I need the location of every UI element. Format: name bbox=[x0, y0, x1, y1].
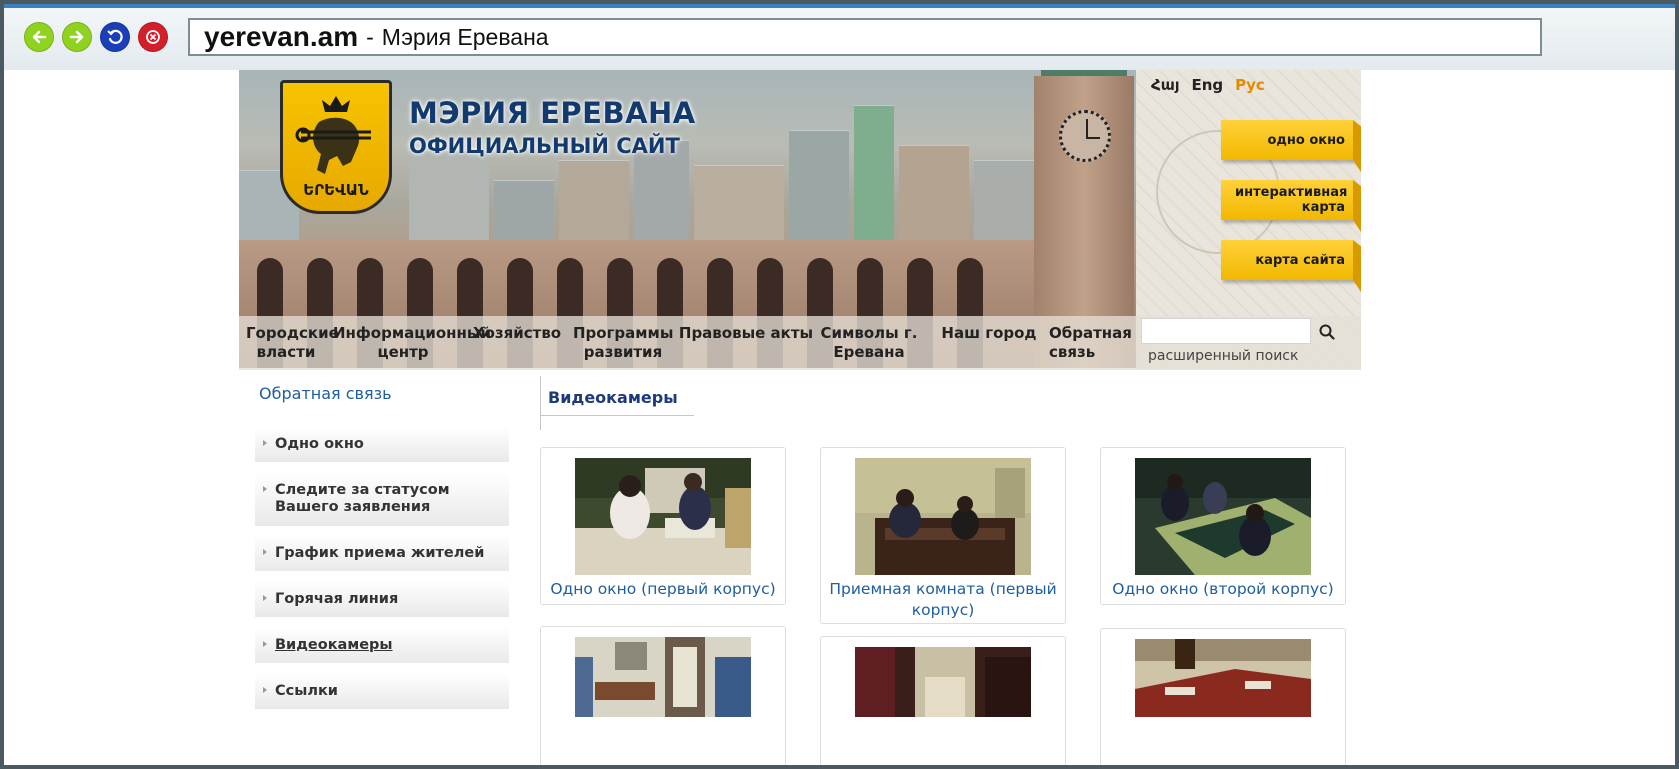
nav-our-city[interactable]: Наш город bbox=[929, 316, 1049, 370]
language-switcher: Հայ Eng Рус bbox=[1151, 76, 1265, 94]
search-input[interactable] bbox=[1141, 318, 1311, 344]
search-button[interactable] bbox=[1315, 320, 1339, 344]
camera-card[interactable] bbox=[540, 626, 786, 765]
clock-icon bbox=[1059, 110, 1111, 162]
sidebar-item-links[interactable]: Ссылки bbox=[255, 673, 509, 709]
bullet-arrow-icon bbox=[263, 641, 267, 647]
camera-caption[interactable]: Одно окно (первый корпус) bbox=[547, 579, 779, 600]
reload-button[interactable] bbox=[100, 22, 130, 52]
camera-thumbnail[interactable] bbox=[575, 458, 751, 575]
camera-caption[interactable]: Приемная комната (первый корпус) bbox=[827, 579, 1059, 621]
svg-text:ԵՐԵՎԱՆ: ԵՐԵՎԱՆ bbox=[303, 181, 369, 199]
sitemap-label: карта сайта bbox=[1255, 252, 1345, 268]
sidebar-item-label: Горячая линия bbox=[275, 591, 399, 607]
nav-legal-acts[interactable]: Правовые акты bbox=[679, 316, 813, 370]
back-button[interactable] bbox=[24, 22, 54, 52]
bullet-arrow-icon bbox=[263, 440, 267, 446]
lion-crest-icon: ԵՐԵՎԱՆ bbox=[295, 96, 371, 199]
nav-label: Символы г. Еревана bbox=[820, 324, 918, 361]
reload-icon bbox=[107, 29, 123, 44]
browser-toolbar: yerevan.am - Мэрия Еревана bbox=[4, 4, 1675, 70]
one-window-link[interactable]: одно окно bbox=[1221, 120, 1353, 160]
arrow-left-icon bbox=[32, 30, 47, 44]
address-host: yerevan.am bbox=[204, 21, 359, 52]
camera-thumbnail[interactable] bbox=[575, 637, 751, 717]
sidebar-item-label: Видеокамеры bbox=[275, 637, 393, 653]
address-bar[interactable]: yerevan.am - Мэрия Еревана bbox=[188, 18, 1542, 56]
sidebar-item-hotline[interactable]: Горячая линия bbox=[255, 581, 509, 617]
forward-button[interactable] bbox=[62, 22, 92, 52]
nav-label: Правовые акты bbox=[678, 324, 814, 342]
sidebar-item-label: Одно окно bbox=[275, 436, 364, 452]
nav-label: Городские власти bbox=[246, 324, 339, 361]
web-page: ԵՐԵՎԱՆ МЭРИЯ ЕРЕВАНА ОФИЦИАЛЬНЫЙ САЙТ Հա… bbox=[4, 70, 1675, 765]
nav-development-programs[interactable]: Программы развития bbox=[563, 316, 683, 370]
lang-english[interactable]: Eng bbox=[1191, 76, 1223, 94]
bullet-arrow-icon bbox=[263, 549, 267, 555]
address-separator: - bbox=[366, 23, 374, 50]
camera-thumbnail[interactable] bbox=[855, 458, 1031, 575]
nav-label: Хозяйство bbox=[473, 324, 562, 342]
bullet-arrow-icon bbox=[263, 486, 267, 492]
camera-thumbnail[interactable] bbox=[855, 647, 1031, 717]
section-title: Видеокамеры bbox=[540, 376, 694, 416]
camera-card[interactable]: Приемная комната (первый корпус) bbox=[820, 447, 1066, 624]
camera-card[interactable]: Одно окно (первый корпус) bbox=[540, 447, 786, 605]
sidebar-item-reception-schedule[interactable]: График приема жителей bbox=[255, 535, 509, 571]
site-subtitle: ОФИЦИАЛЬНЫЙ САЙТ bbox=[409, 134, 680, 158]
nav-label: Наш город bbox=[941, 324, 1037, 342]
camera-thumbnail[interactable] bbox=[1135, 639, 1311, 717]
camera-card[interactable]: Одно окно (второй корпус) bbox=[1100, 447, 1346, 605]
bullet-arrow-icon bbox=[263, 595, 267, 601]
close-icon bbox=[146, 30, 160, 44]
camera-thumbnail[interactable] bbox=[1135, 458, 1311, 575]
sidebar-item-label: Следите за статусом Вашего заявления bbox=[275, 482, 450, 515]
sidebar-item-one-window[interactable]: Одно окно bbox=[255, 426, 509, 462]
interactive-map-label: интерактивная карта bbox=[1235, 185, 1348, 215]
nav-feedback[interactable]: Обратная связь bbox=[1049, 316, 1139, 370]
advanced-search-link[interactable]: расширенный поиск bbox=[1148, 348, 1298, 364]
sidebar-item-application-status[interactable]: Следите за статусом Вашего заявления bbox=[255, 472, 509, 526]
nav-label: Обратная связь bbox=[1049, 324, 1132, 361]
yerevan-crest-logo[interactable]: ԵՐԵՎԱՆ bbox=[280, 80, 392, 214]
lang-russian[interactable]: Рус bbox=[1235, 76, 1265, 94]
sitemap-link[interactable]: карта сайта bbox=[1221, 240, 1353, 280]
address-page-title: Мэрия Еревана bbox=[381, 23, 549, 50]
search-icon bbox=[1319, 324, 1335, 340]
lang-armenian[interactable]: Հայ bbox=[1151, 76, 1179, 94]
bullet-arrow-icon bbox=[263, 687, 267, 693]
nav-information-center[interactable]: Информационный центр bbox=[333, 316, 491, 370]
main-navigation: Городские власти Информационный центр Хо… bbox=[239, 316, 1139, 370]
nav-city-symbols[interactable]: Символы г. Еревана bbox=[809, 316, 929, 370]
one-window-label: одно окно bbox=[1267, 132, 1345, 148]
browser-window: yerevan.am - Мэрия Еревана ԵՐԵՎԱՆ МЭРИЯ … bbox=[0, 0, 1679, 769]
sidebar-item-label: Ссылки bbox=[275, 683, 338, 699]
sidebar-item-label: График приема жителей bbox=[275, 545, 485, 561]
divider bbox=[540, 416, 541, 430]
camera-caption[interactable]: Одно окно (второй корпус) bbox=[1107, 579, 1339, 600]
stop-button[interactable] bbox=[138, 22, 168, 52]
nav-label: Программы развития bbox=[573, 324, 674, 361]
sidebar-item-video-cameras[interactable]: Видеокамеры bbox=[255, 627, 509, 663]
camera-card[interactable] bbox=[1100, 628, 1346, 765]
nav-economy[interactable]: Хозяйство bbox=[473, 316, 563, 370]
nav-city-authorities[interactable]: Городские власти bbox=[239, 316, 339, 370]
site-title: МЭРИЯ ЕРЕВАНА bbox=[409, 96, 696, 130]
arrow-right-icon bbox=[69, 30, 84, 44]
camera-card[interactable] bbox=[820, 636, 1066, 765]
interactive-map-link[interactable]: интерактивная карта bbox=[1221, 180, 1353, 220]
nav-label: Информационный центр bbox=[333, 324, 491, 361]
sidebar-title[interactable]: Обратная связь bbox=[259, 384, 392, 403]
